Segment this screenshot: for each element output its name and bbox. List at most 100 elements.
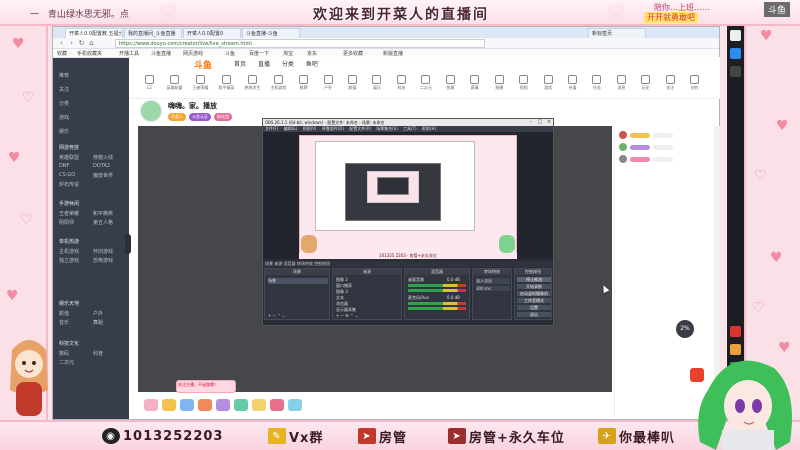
category-icon[interactable]: 直播 [492, 75, 506, 95]
bookmark-item[interactable]: 手机收藏夹 [77, 50, 102, 57]
gift-icon[interactable] [234, 399, 248, 411]
minimize-icon[interactable]: – [527, 119, 535, 126]
exit-button[interactable]: 退出 [517, 312, 551, 317]
browser-tab[interactable]: 开菜人0.0配置0 [183, 28, 241, 38]
volume-slider[interactable] [408, 307, 466, 310]
bookmark-item[interactable]: 淘宝 [283, 50, 293, 57]
obs-menu-item[interactable]: 帮助(H) [422, 126, 436, 131]
bookmark-item[interactable]: 斗鱼直播 [151, 50, 171, 57]
virtual-camera-button[interactable]: 启动虚拟摄像机 [517, 291, 551, 296]
sidebar-item[interactable]: 怀旧游戏 [93, 248, 113, 255]
sidebar-item[interactable]: 穿越火线 [93, 154, 113, 161]
browser-tab[interactable]: 斗鱼直播-斗鱼 [242, 28, 300, 38]
gift-icon[interactable] [270, 399, 284, 411]
close-icon[interactable]: × [545, 119, 553, 126]
category-icon[interactable]: 娱乐 [370, 75, 384, 95]
gift-icon[interactable] [162, 399, 176, 411]
category-icon[interactable]: 主机游戏 [270, 75, 286, 95]
site-nav-item[interactable]: 鱼吧 [306, 61, 318, 68]
address-bar[interactable]: https://www.douyu.com/creator/live/live_… [115, 39, 485, 48]
category-icon[interactable]: 充值 [565, 75, 579, 95]
browser-icon[interactable] [730, 48, 741, 59]
sidebar-collapse-handle[interactable] [125, 234, 131, 254]
sidebar-item[interactable]: 炉石传说 [59, 181, 79, 188]
sidebar-item[interactable]: 颜值 [59, 310, 69, 317]
sidebar-item[interactable]: 主机游戏 [59, 248, 79, 255]
sidebar-item[interactable]: 户外 [93, 310, 103, 317]
sidebar-item[interactable]: 关注 [59, 86, 69, 93]
bookmark-item[interactable]: 新版直播 [383, 50, 403, 57]
sidebar-item[interactable]: 游戏 [59, 114, 69, 121]
category-icon[interactable]: 关注 [663, 75, 677, 95]
bookmark-item[interactable]: 京东 [307, 50, 317, 57]
browser-tab[interactable]: 开菜人0.0配置教.五福分开直播 [65, 28, 123, 38]
sidebar-item[interactable]: 娱乐 [59, 128, 69, 135]
obs-icon[interactable] [730, 66, 741, 77]
gift-icon[interactable] [288, 399, 302, 411]
category-icon[interactable]: 王者荣耀 [192, 75, 208, 95]
obs-menu-item[interactable]: 场景集合(S) [376, 126, 398, 131]
obs-menu-item[interactable]: 配置文件(P) [349, 126, 371, 131]
volume-slider[interactable] [408, 289, 466, 292]
category-icon[interactable]: 赛事 [468, 75, 482, 95]
transition-duration-input[interactable]: 300 ms [476, 286, 510, 291]
sidebar-item[interactable]: 舞蹈 [93, 319, 103, 326]
obs-menu-item[interactable]: 停靠部件(D) [322, 126, 344, 131]
category-icon[interactable]: 历史 [639, 75, 653, 95]
window-icon[interactable] [730, 30, 741, 41]
forward-icon[interactable]: › [67, 39, 76, 48]
bookmark-item[interactable]: 开播工具 [119, 50, 139, 57]
category-icon[interactable]: 鱼塘 [443, 75, 457, 95]
sidebar-item[interactable]: 二次元 [59, 359, 74, 366]
category-icon[interactable]: 二次元 [419, 75, 433, 95]
category-icon[interactable]: 游戏 [541, 75, 555, 95]
bookmark-item[interactable]: 网页游戏 [183, 50, 203, 57]
start-recording-button[interactable]: 开始录制 [517, 284, 551, 289]
sidebar-item[interactable]: 阴阳师 [59, 219, 74, 226]
scene-item[interactable]: 场景 [268, 278, 328, 284]
gift-icon[interactable] [144, 399, 158, 411]
transition-select[interactable]: 淡入淡出 [476, 278, 510, 284]
refresh-icon[interactable]: ↻ [77, 39, 86, 48]
gift-icon[interactable] [252, 399, 266, 411]
category-icon[interactable]: 12 [142, 75, 156, 95]
sidebar-item[interactable]: 魔兽世界 [93, 172, 113, 179]
obs-menu-item[interactable]: 视图(V) [303, 126, 317, 131]
sidebar-item[interactable]: 分类 [59, 100, 69, 107]
sidebar-item[interactable]: 数码 [59, 350, 69, 357]
bookmark-item[interactable]: 斗鱼 [225, 50, 235, 57]
sidebar-item[interactable]: 英雄联盟 [59, 154, 79, 161]
browser-tab[interactable]: 我的直播间_斗鱼直播 [124, 28, 182, 38]
sidebar-item[interactable]: 王者荣耀 [59, 210, 79, 217]
volume-percent-badge[interactable]: 2% [676, 320, 694, 338]
category-icon[interactable]: 颜值 [345, 75, 359, 95]
gift-icon[interactable] [180, 399, 194, 411]
avatar[interactable] [140, 100, 162, 122]
add-source-icon[interactable]: + − ⚙ ⌃ ⌄ [336, 313, 358, 318]
bookmark-item[interactable]: 收藏 [57, 50, 67, 57]
category-icon[interactable]: 绝地求生 [244, 75, 260, 95]
settings-button[interactable]: 设置 [517, 305, 551, 310]
site-nav-item[interactable]: 首页 [234, 61, 246, 68]
bookmark-item[interactable]: 更多收藏 [343, 50, 363, 57]
category-icon[interactable]: 棋牌 [296, 75, 310, 95]
sidebar-item[interactable]: DNF [59, 163, 69, 169]
sidebar-item[interactable]: 和平精英 [93, 210, 113, 217]
back-icon[interactable]: ‹ [57, 39, 66, 48]
category-icon[interactable]: 任务 [590, 75, 604, 95]
sidebar-item[interactable]: DOTA2 [93, 163, 110, 169]
obs-menu-item[interactable]: 工具(T) [403, 126, 417, 131]
category-icon[interactable]: 英雄联盟 [166, 75, 182, 95]
studio-mode-button[interactable]: 工作室模式 [517, 298, 551, 303]
category-icon[interactable]: 户外 [321, 75, 335, 95]
sidebar-item[interactable]: 科普 [93, 350, 103, 357]
stop-streaming-button[interactable]: 停止推流 [517, 277, 551, 282]
site-logo[interactable]: 斗鱼 [194, 58, 212, 71]
gift-icon[interactable] [198, 399, 212, 411]
category-icon[interactable]: 消息 [614, 75, 628, 95]
gift-icon[interactable] [216, 399, 230, 411]
category-icon[interactable]: 和平精英 [218, 75, 234, 95]
maximize-icon[interactable]: □ [536, 119, 544, 126]
sidebar-item[interactable]: 第五人格 [93, 219, 113, 226]
category-icon[interactable]: 科技 [394, 75, 408, 95]
